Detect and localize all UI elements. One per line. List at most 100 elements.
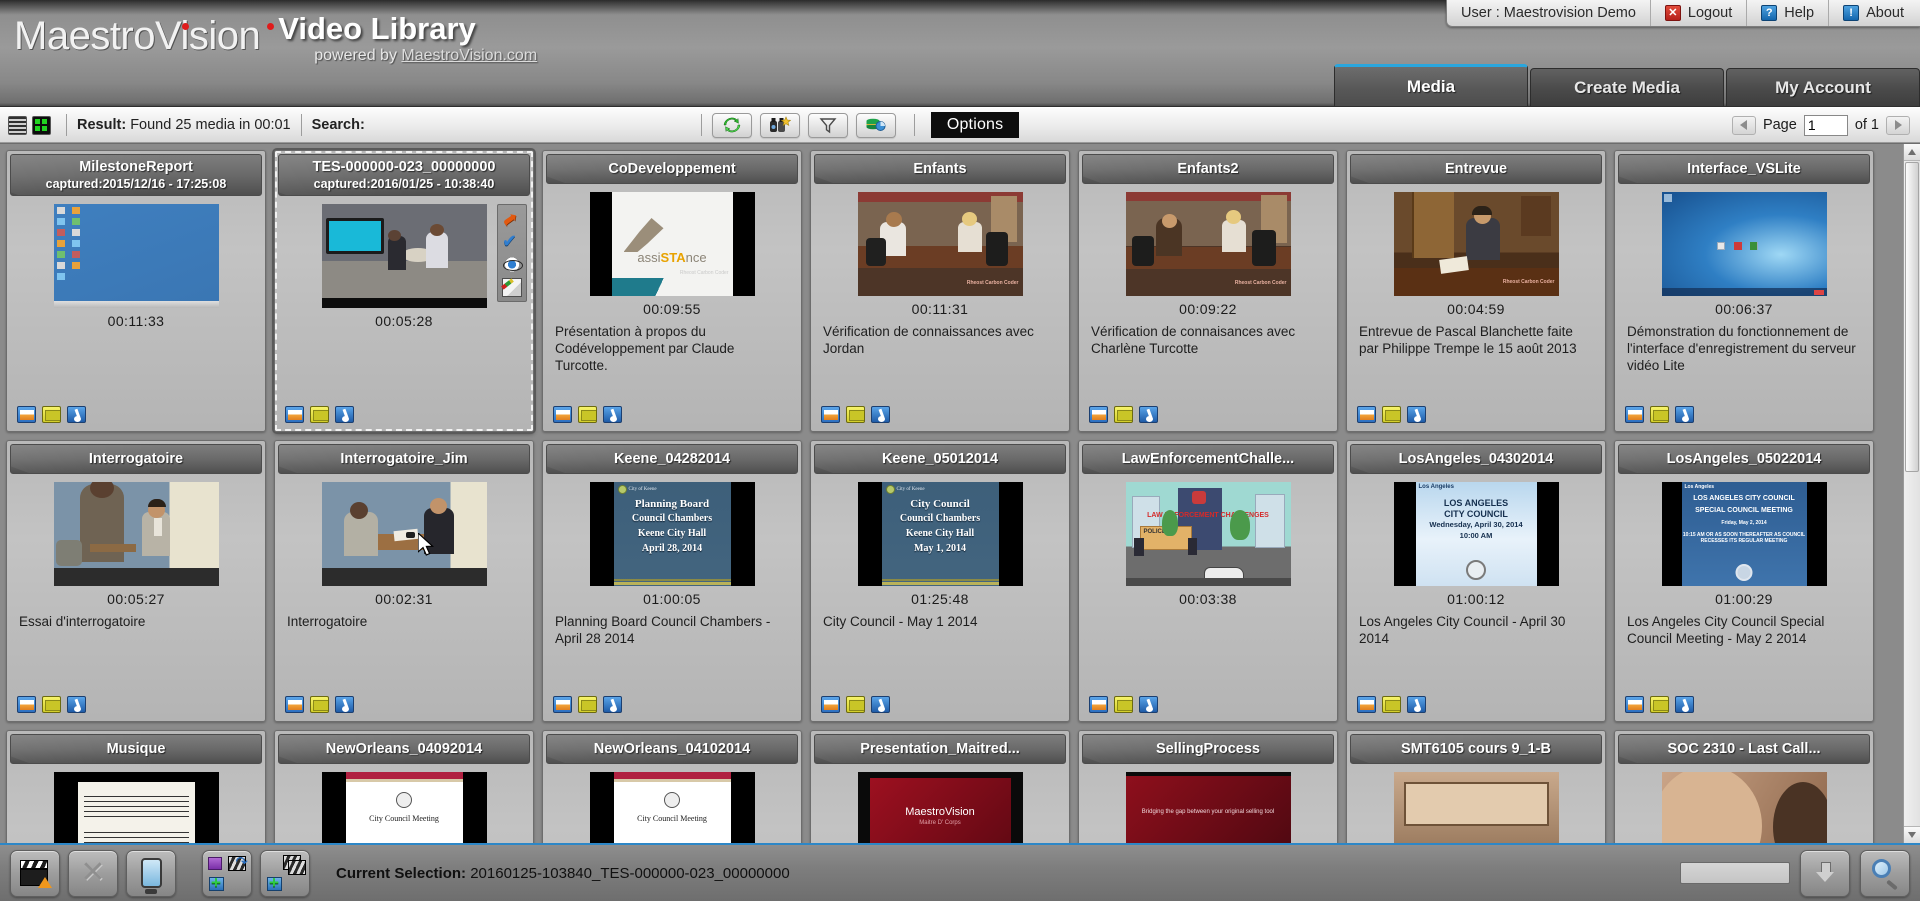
- scrollbar-thumb[interactable]: [1905, 162, 1919, 472]
- screen-capture-icon[interactable]: [1114, 406, 1133, 423]
- screen-capture-icon[interactable]: [1382, 696, 1401, 713]
- screen-capture-icon[interactable]: [578, 406, 597, 423]
- thumbnail-image-icon[interactable]: [17, 696, 36, 713]
- about-button[interactable]: ! About: [1829, 0, 1920, 26]
- search-input[interactable]: [370, 115, 671, 135]
- filter-button[interactable]: [807, 112, 848, 138]
- thumbnail-image-icon[interactable]: [553, 406, 572, 423]
- next-page-button[interactable]: [1886, 115, 1910, 135]
- media-card[interactable]: TES-000000-023_00000000 captured:2016/01/…: [274, 150, 534, 432]
- search-media-button[interactable]: [1860, 849, 1910, 897]
- media-card[interactable]: Enfants Rheost Carbon Coder 00:11:31 Véri…: [810, 150, 1070, 432]
- thumbnail-image-icon[interactable]: [285, 696, 304, 713]
- media-card[interactable]: SMT6105 cours 9_1-B: [1346, 730, 1606, 843]
- new-collection-button[interactable]: [260, 849, 310, 897]
- tools-icon[interactable]: [1675, 696, 1694, 713]
- media-card[interactable]: SOC 2310 - Last Call...: [1614, 730, 1874, 843]
- bottom-input-field[interactable]: [1680, 862, 1790, 884]
- media-thumbnail[interactable]: City of Keene City Council Council Chambe…: [857, 482, 1023, 586]
- media-card[interactable]: NewOrleans_04092014 City Council Meeting: [274, 730, 534, 843]
- media-card[interactable]: MilestoneReport captured:2015/12/16 - 17:…: [6, 150, 266, 432]
- media-card[interactable]: NewOrleans_04102014 City Council Meeting: [542, 730, 802, 843]
- media-thumbnail[interactable]: [53, 482, 219, 586]
- media-card[interactable]: LosAngeles_05022014 Los Angeles LOS ANGE…: [1614, 440, 1874, 722]
- media-thumbnail[interactable]: City Council Meeting: [321, 772, 487, 843]
- media-thumbnail[interactable]: City Council Meeting: [589, 772, 755, 843]
- media-thumbnail[interactable]: [321, 204, 487, 308]
- screen-capture-icon[interactable]: [42, 696, 61, 713]
- thumbnail-image-icon[interactable]: [1625, 696, 1644, 713]
- advanced-search-button[interactable]: [759, 112, 800, 138]
- options-button[interactable]: Options: [930, 112, 1020, 138]
- media-thumbnail[interactable]: POLICE LAW ENFORCEMENT CHALLENGES: [1125, 482, 1291, 586]
- storage-button[interactable]: [855, 112, 896, 138]
- media-thumbnail[interactable]: Rheost Carbon Coder: [1125, 192, 1291, 296]
- monitor-button[interactable]: [126, 849, 176, 897]
- media-thumbnail[interactable]: Bridging the gap between your original s…: [1125, 772, 1291, 843]
- delete-media-button[interactable]: ✕: [68, 849, 118, 897]
- screen-capture-icon[interactable]: [1650, 696, 1669, 713]
- media-thumbnail[interactable]: assiSTAnce Rheost Carbon Coder: [589, 192, 755, 296]
- screen-capture-icon[interactable]: [578, 696, 597, 713]
- media-card[interactable]: Interrogatoire_Jim 00:02:31 Interrogatoir…: [274, 440, 534, 722]
- screen-capture-icon[interactable]: [846, 696, 865, 713]
- media-thumbnail[interactable]: [1393, 772, 1559, 843]
- scroll-up-button[interactable]: [1904, 144, 1920, 161]
- thumbnail-image-icon[interactable]: [1625, 406, 1644, 423]
- media-card[interactable]: Enfants2 Rheost Carbon Coder 00:09:22 Vér…: [1078, 150, 1338, 432]
- tools-icon[interactable]: [871, 406, 890, 423]
- thumbnail-image-icon[interactable]: [821, 406, 840, 423]
- media-card[interactable]: SellingProcess Bridging the gap between …: [1078, 730, 1338, 843]
- media-thumbnail[interactable]: MaestroVision Maitre D' Corps: [857, 772, 1023, 843]
- screen-capture-icon[interactable]: [1382, 406, 1401, 423]
- media-thumbnail[interactable]: Los Angeles LOS ANGELES CITY COUNCIL Wedne…: [1393, 482, 1559, 586]
- list-view-button[interactable]: [8, 115, 27, 135]
- download-button[interactable]: [1800, 849, 1850, 897]
- media-thumbnail[interactable]: [321, 482, 487, 586]
- screen-capture-icon[interactable]: [1114, 696, 1133, 713]
- tab-media[interactable]: Media: [1334, 64, 1528, 106]
- scroll-down-button[interactable]: [1904, 826, 1920, 843]
- tools-icon[interactable]: [335, 406, 354, 423]
- tools-icon[interactable]: [67, 696, 86, 713]
- screen-capture-icon[interactable]: [1650, 406, 1669, 423]
- thumbnail-image-icon[interactable]: [285, 406, 304, 423]
- media-card[interactable]: Interrogatoire 00:05:27 Essai d'interroga…: [6, 440, 266, 722]
- media-thumbnail[interactable]: Los Angeles LOS ANGELES CITY COUNCIL SPEC…: [1661, 482, 1827, 586]
- media-thumbnail[interactable]: [53, 204, 219, 308]
- media-card[interactable]: LosAngeles_04302014 Los Angeles LOS ANGE…: [1346, 440, 1606, 722]
- media-card[interactable]: Presentation_Maitred... MaestroVision Ma…: [810, 730, 1070, 843]
- thumbnail-image-icon[interactable]: [1089, 406, 1108, 423]
- thumbnail-image-icon[interactable]: [1357, 696, 1376, 713]
- tools-icon[interactable]: [871, 696, 890, 713]
- tools-icon[interactable]: [67, 406, 86, 423]
- approve-check-icon[interactable]: [502, 232, 522, 251]
- powered-link[interactable]: MaestroVision.com: [401, 47, 537, 64]
- media-card[interactable]: Musique: [6, 730, 266, 843]
- logout-button[interactable]: ✕ Logout: [1651, 0, 1748, 26]
- screen-capture-icon[interactable]: [42, 406, 61, 423]
- thumbnail-image-icon[interactable]: [1089, 696, 1108, 713]
- media-thumbnail[interactable]: [1661, 192, 1827, 296]
- tools-icon[interactable]: [1407, 406, 1426, 423]
- media-thumbnail[interactable]: Rheost Carbon Coder: [1393, 192, 1559, 296]
- tools-icon[interactable]: [1407, 696, 1426, 713]
- screen-capture-icon[interactable]: [846, 406, 865, 423]
- tab-create-media[interactable]: Create Media: [1530, 68, 1724, 106]
- refresh-button[interactable]: [711, 112, 752, 138]
- tools-icon[interactable]: [1139, 406, 1158, 423]
- vertical-scrollbar[interactable]: [1903, 144, 1920, 843]
- grid-view-button[interactable]: [32, 115, 51, 135]
- prev-page-button[interactable]: [1731, 115, 1756, 135]
- media-card[interactable]: CoDeveloppement assiSTAnce Rheost Carbon…: [542, 150, 802, 432]
- media-card[interactable]: Keene_05012014 City of Keene City Counci…: [810, 440, 1070, 722]
- thumbnail-image-icon[interactable]: [1357, 406, 1376, 423]
- page-input[interactable]: [1803, 114, 1848, 136]
- thumbnail-image-icon[interactable]: [17, 406, 36, 423]
- tools-icon[interactable]: [1675, 406, 1694, 423]
- media-thumbnail[interactable]: City of Keene Planning Board Council Cham…: [589, 482, 755, 586]
- media-thumbnail[interactable]: Rheost Carbon Coder: [857, 192, 1023, 296]
- preview-eye-icon[interactable]: [502, 255, 523, 274]
- media-thumbnail[interactable]: [53, 772, 219, 843]
- tools-icon[interactable]: [1139, 696, 1158, 713]
